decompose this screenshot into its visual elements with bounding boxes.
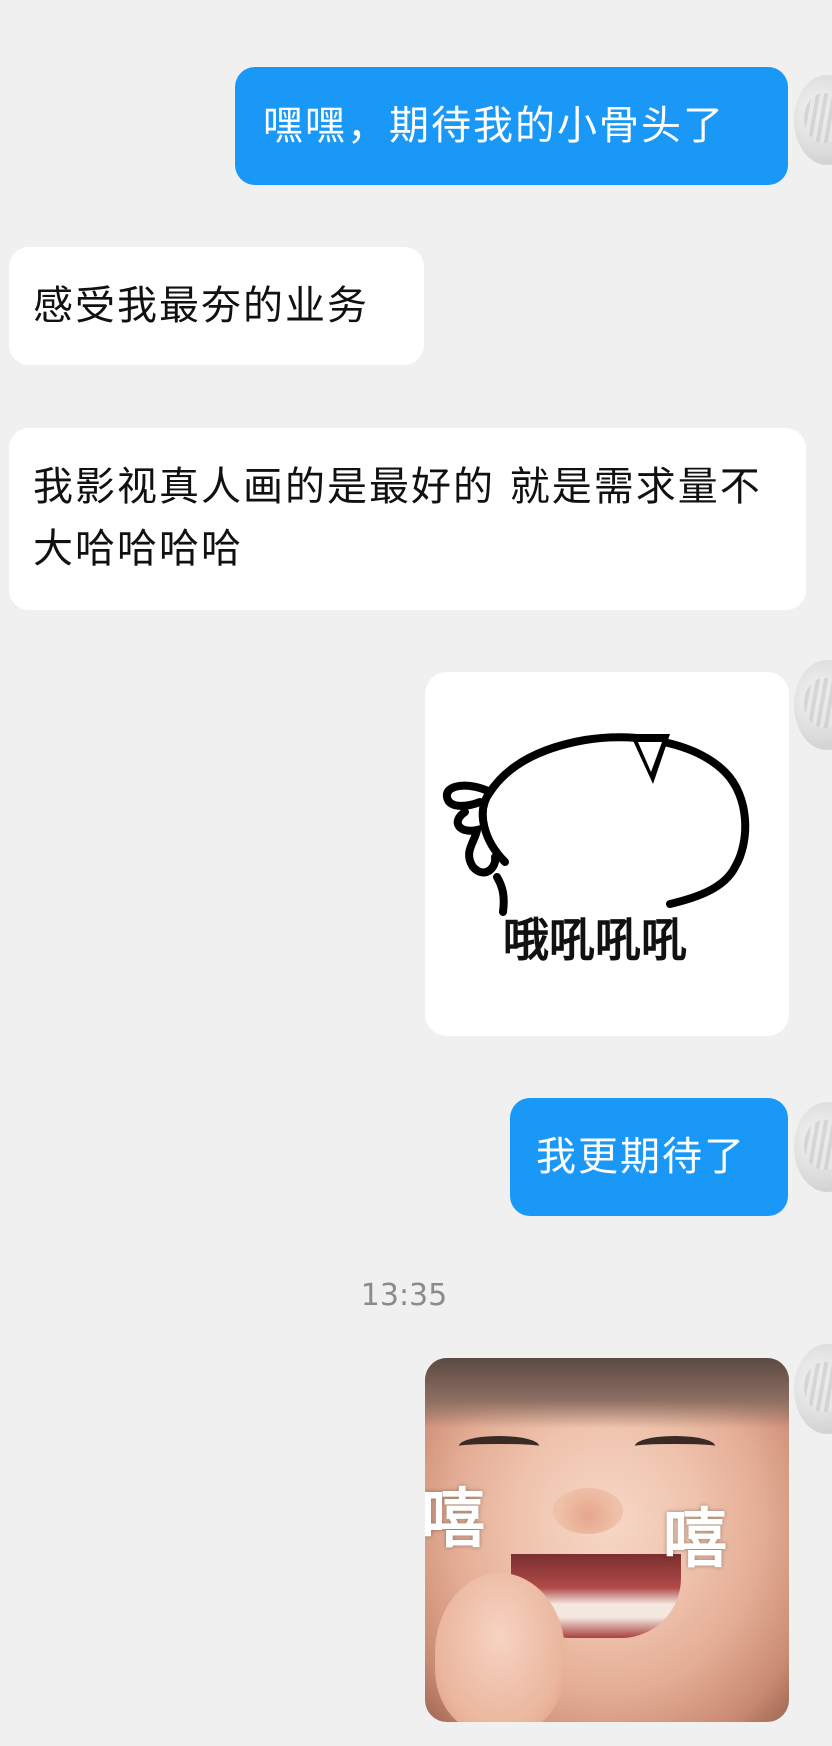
photo-sticker-message[interactable]: 嘻 嘻 (425, 1358, 789, 1722)
sticker-message[interactable]: 哦吼吼吼 (425, 672, 789, 1036)
round-bird-sticker-icon (443, 733, 750, 916)
avatar[interactable] (794, 660, 832, 750)
sticker-left-text: 嘻 (425, 1483, 485, 1557)
sticker-right-text: 嘻 (663, 1503, 727, 1577)
nose-icon (553, 1488, 623, 1534)
left-eye-icon (459, 1436, 539, 1456)
avatar[interactable] (794, 75, 832, 165)
message-text: 我更期待了 (536, 1134, 746, 1180)
hair-region (425, 1358, 789, 1428)
message-timestamp: 13:35 (360, 1278, 448, 1313)
message-bubble-incoming[interactable]: 我影视真人画的是最好的 就是需求量不大哈哈哈哈 (9, 428, 806, 610)
message-text: 我影视真人画的是最好的 就是需求量不大哈哈哈哈 (33, 464, 762, 572)
message-text: 嘿嘿，期待我的小骨头了 (263, 103, 725, 149)
chat-thread: 嘿嘿，期待我的小骨头了 感受我最夯的业务 我影视真人画的是最好的 就是需求量不大… (0, 0, 832, 1746)
right-eye-icon (635, 1436, 715, 1456)
message-bubble-outgoing[interactable]: 嘿嘿，期待我的小骨头了 (235, 67, 788, 185)
avatar[interactable] (794, 1102, 832, 1192)
message-bubble-outgoing[interactable]: 我更期待了 (510, 1098, 788, 1216)
message-bubble-incoming[interactable]: 感受我最夯的业务 (9, 247, 424, 365)
avatar[interactable] (794, 1344, 832, 1434)
message-text: 感受我最夯的业务 (33, 283, 369, 329)
sticker-caption: 哦吼吼吼 (503, 913, 687, 967)
hand-icon (435, 1573, 565, 1722)
